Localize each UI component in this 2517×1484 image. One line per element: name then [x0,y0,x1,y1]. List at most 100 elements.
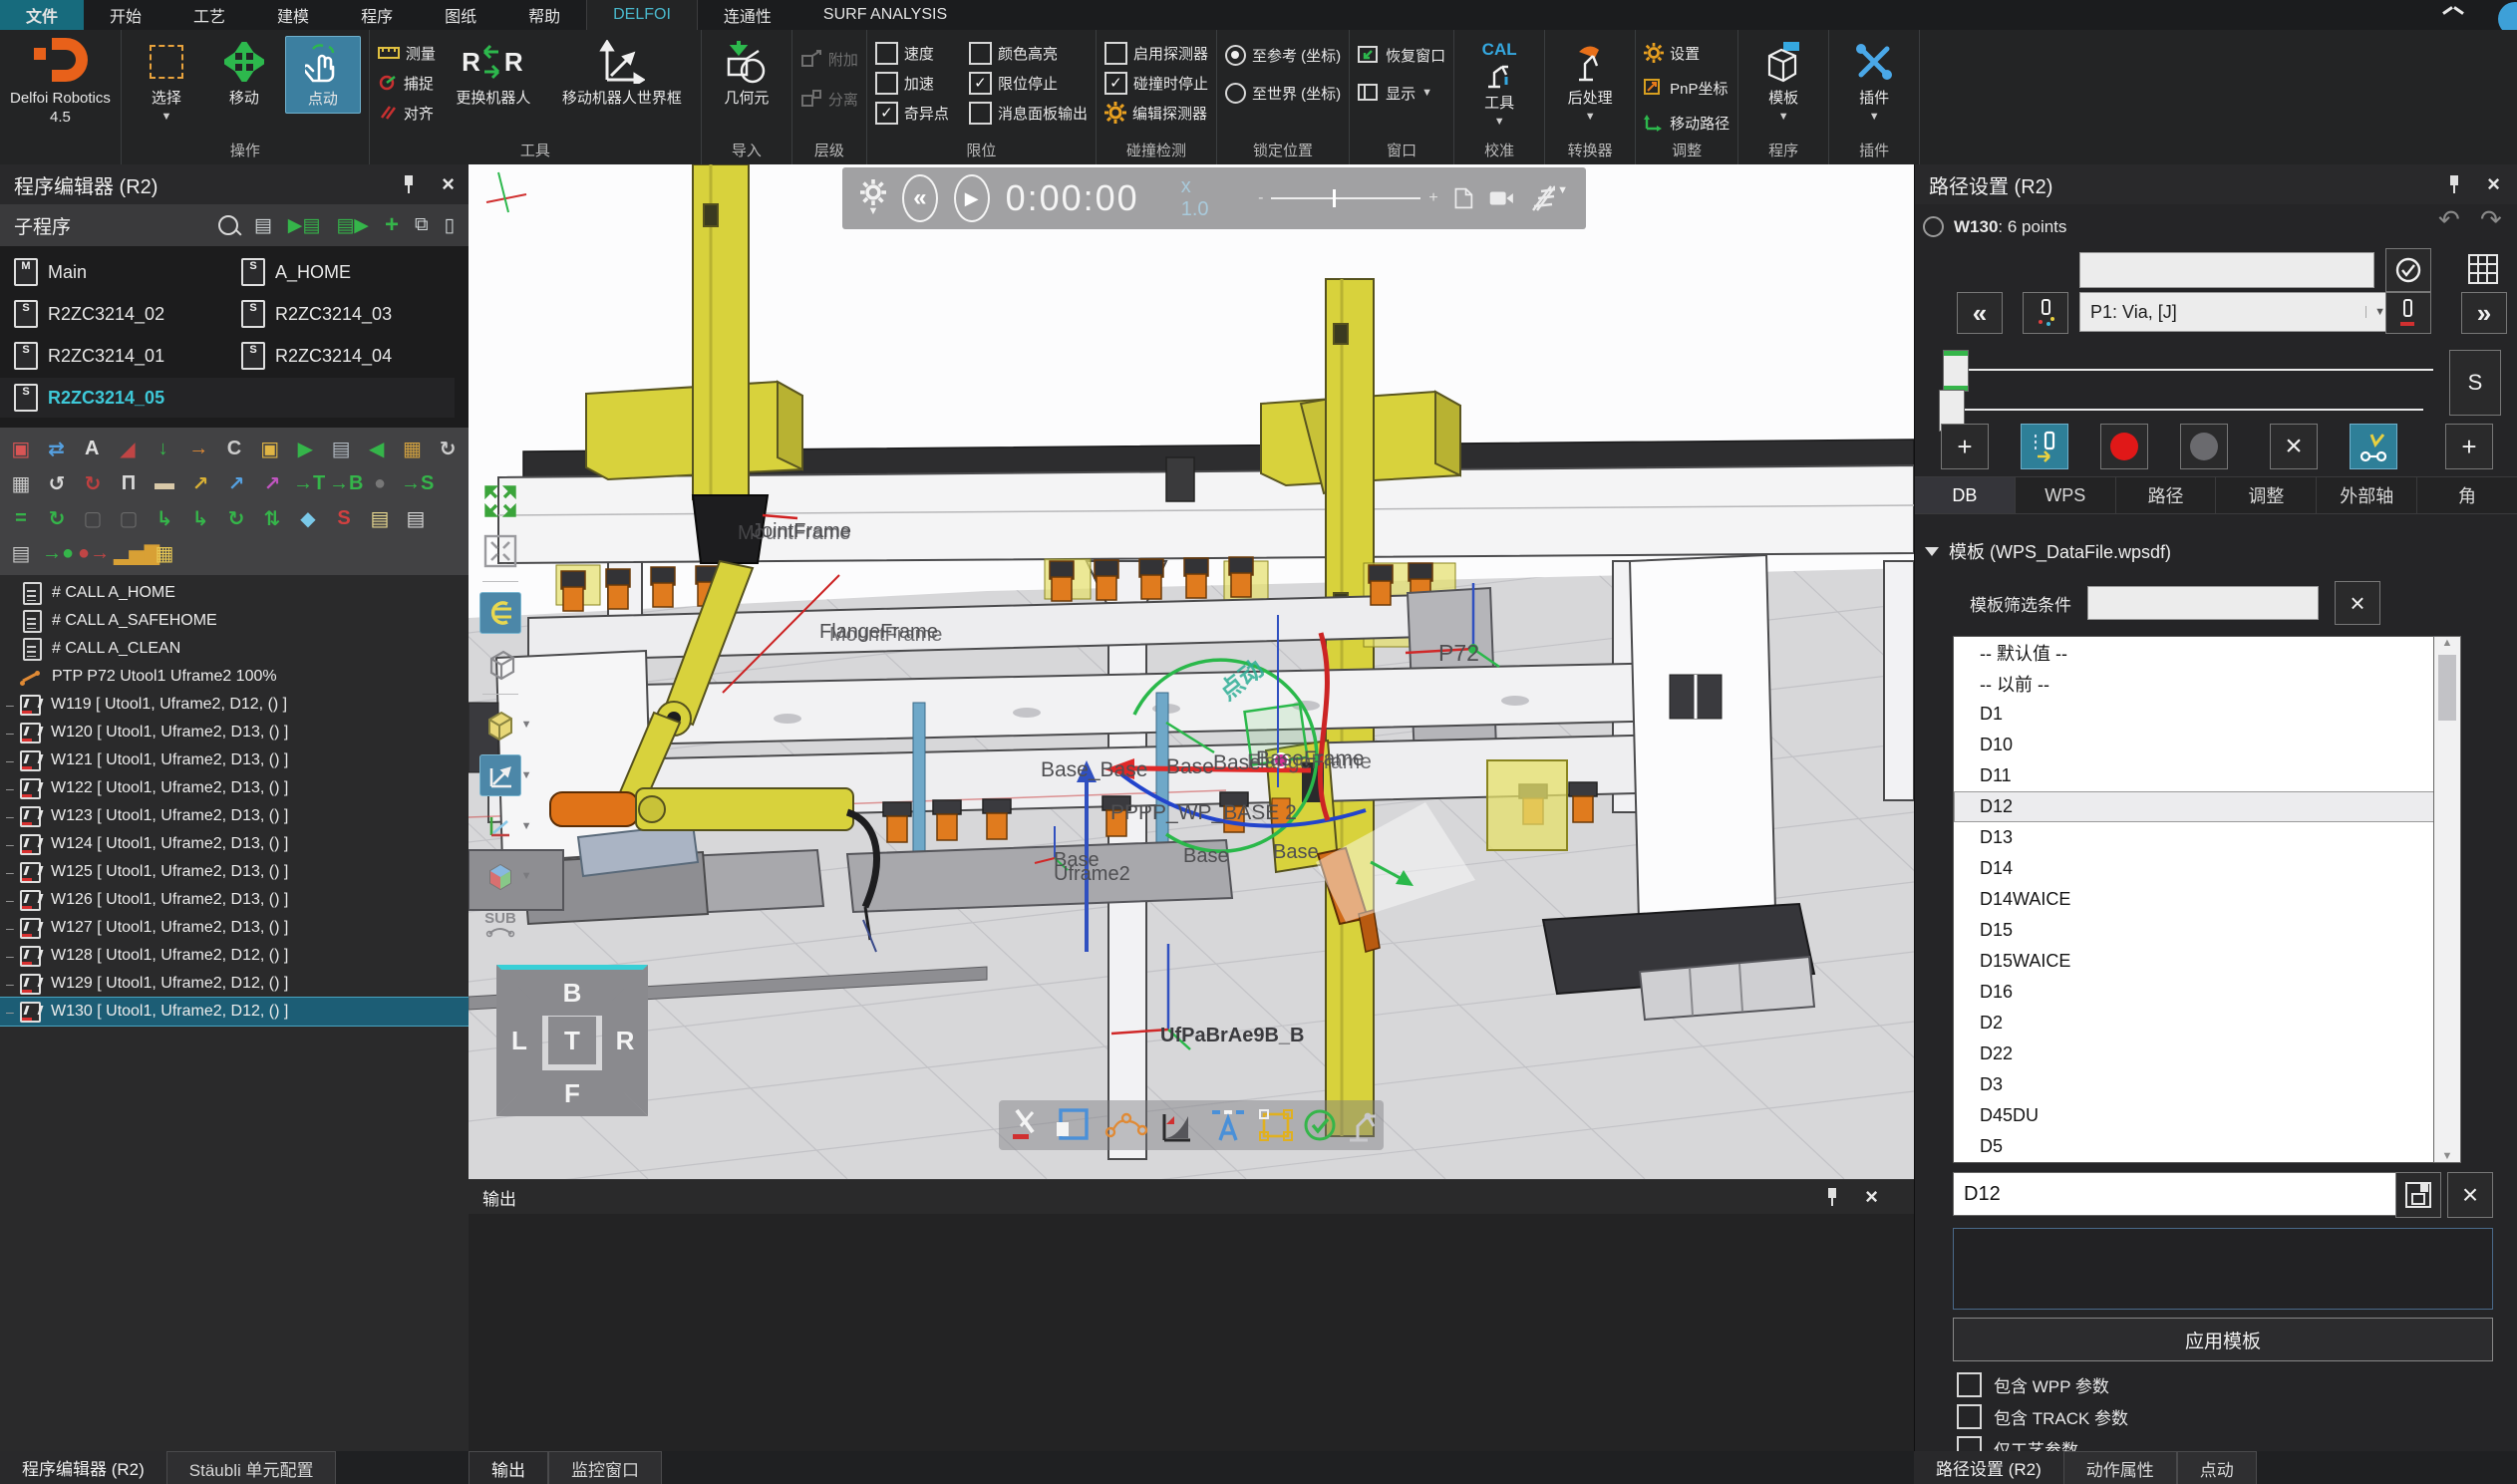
menu-tab[interactable]: 文件 [0,0,84,30]
template-list-item[interactable]: D14 [1954,853,2460,884]
view-cube[interactable]: B L T R F [490,959,654,1122]
toolbar-icon[interactable]: ↗ [185,471,215,496]
redo-icon[interactable]: ↷ [2480,204,2502,235]
speed-slider-handle[interactable] [1333,189,1336,207]
subprogram-item[interactable]: S R2ZC3214_04 [227,336,455,376]
viewport-3d[interactable]: MountFrameJointFrameMountFrameFlangeFram… [469,164,1914,1179]
program-line[interactable]: ‒ W125 [ Utool1, Uframe2, D13, () ] [0,858,469,886]
clipboard-icon[interactable]: ▤ [254,214,272,237]
bottom-tab[interactable]: 路径设置 (R2) [1914,1451,2063,1484]
section-tool-icon[interactable] [479,592,521,634]
menu-tab[interactable]: 程序 [335,0,419,30]
template-section-header[interactable]: 模板 (WPS_DataFile.wpsdf) [1925,538,2171,564]
toolbar-icon[interactable]: ↻ [78,471,108,496]
template-list-item[interactable]: D12 [1954,791,2460,822]
toolbar-icon[interactable]: ↓ [149,438,178,460]
toolbar-icon[interactable]: = [6,507,36,530]
subprogram-item[interactable]: M Main [0,252,227,292]
program-line[interactable]: # CALL A_CLEAN [0,635,469,663]
path-tab[interactable]: DB [1915,477,2016,513]
toolbar-icon[interactable]: ↳ [150,506,179,531]
toolbar-icon[interactable]: ◢ [113,437,143,461]
close-icon[interactable]: × [2487,173,2500,195]
speed-slider[interactable]: - + [1258,189,1438,207]
bottom-tab[interactable]: 程序编辑器 (R2) [0,1451,166,1484]
template-list-item[interactable]: D15 [1954,915,2460,946]
toolbar-icon[interactable]: ▤ [326,437,356,461]
player-settings-caret[interactable]: ▼ [868,205,879,217]
menu-tab[interactable]: 连通性 [698,0,797,30]
point-name-field[interactable] [2079,252,2374,288]
toolbar-icon[interactable]: ▤ [365,506,395,531]
option-checkbox[interactable]: 包含 TRACK 参数 [1957,1404,2128,1429]
goto-point-button[interactable] [2023,292,2068,334]
add-point-before-button[interactable]: + [1941,424,1989,469]
path-radio[interactable] [1923,216,1944,237]
template-list-item[interactable]: D5 [1954,1131,2460,1162]
toolbar-icon[interactable]: ↻ [433,437,463,461]
toolbar-icon[interactable]: ● [365,472,395,495]
toolbar-icon[interactable]: Π [114,472,144,495]
toolbar-icon[interactable]: ▣ [255,437,285,461]
menu-tab[interactable]: DELFOI [586,0,698,30]
program-line[interactable]: ‒ W120 [ Utool1, Uframe2, D13, () ] [0,719,469,746]
toolbar-icon[interactable]: ◀ [362,437,392,461]
template-list-item[interactable]: D11 [1954,760,2460,791]
rubik-views-icon[interactable]: ▼ [480,856,520,896]
speed-plus[interactable]: + [1428,189,1437,207]
detach-button[interactable]: 分离 [800,86,858,112]
template-list-item[interactable]: D22 [1954,1039,2460,1069]
close-icon[interactable]: × [1865,1186,1878,1208]
toolbar-icon[interactable]: ▂▅▇ [114,541,144,566]
path-tab[interactable]: 外部轴 [2317,477,2417,513]
scrollbar-thumb[interactable] [2438,655,2456,721]
template-list-item[interactable]: D16 [1954,977,2460,1008]
program-line[interactable]: ‒ W119 [ Utool1, Uframe2, D12, () ] [0,691,469,719]
verify-path-button[interactable] [2350,424,2397,469]
program-line[interactable]: ‒ W130 [ Utool1, Uframe2, D12, () ] [0,998,469,1026]
bottom-tab[interactable]: 点动 [2177,1451,2257,1484]
move-button[interactable]: 移动 [207,36,281,112]
toolbar-icon[interactable]: ⇄ [42,437,72,461]
path-points-icon[interactable] [1106,1114,1146,1136]
menu-tab[interactable]: SURF ANALYSIS [797,0,973,30]
limit-chart-icon[interactable] [1164,1114,1190,1140]
subprogram-item[interactable]: S R2ZC3214_05 [0,378,455,418]
template-list-item[interactable]: D1 [1954,699,2460,730]
template-list-item[interactable]: D10 [1954,730,2460,760]
path-tab[interactable]: WPS [2016,477,2116,513]
select-button[interactable]: 选择▼ [130,36,203,127]
view-cube-top[interactable]: T [548,1017,596,1064]
toolbar-icon[interactable]: ▶ [291,437,321,461]
point-select-dropdown[interactable]: P1: Via, [J]▼ [2079,292,2396,332]
color-highlight-checkbox[interactable]: 颜色高亮 [969,40,1088,66]
speed-minus[interactable]: - [1258,189,1263,207]
cube-view-icon[interactable] [480,644,520,684]
settings-button[interactable]: 设置 [1644,40,1730,66]
subprogram-item[interactable]: S R2ZC3214_01 [0,336,227,376]
export-program-icon[interactable]: ▤▶ [336,214,369,237]
toolbar-icon[interactable]: ↺ [42,471,72,496]
toolbar-icon[interactable]: A [77,438,107,460]
program-line[interactable]: ‒ W126 [ Utool1, Uframe2, D13, () ] [0,886,469,914]
subprogram-item[interactable]: S R2ZC3214_03 [227,294,455,334]
accel-checkbox[interactable]: 加速 [875,70,949,96]
swap-robot-button[interactable]: R R 更换机器人 [440,36,547,112]
point-slider-track[interactable] [1965,409,2423,411]
zoom-fit-icon[interactable] [480,481,520,521]
align-button[interactable]: 对齐 [378,100,436,126]
s-button[interactable]: S [2449,350,2501,416]
annotation-icon[interactable] [1212,1110,1244,1140]
attach-button[interactable]: 附加 [800,46,858,72]
close-icon[interactable]: × [442,173,455,195]
template-name-input[interactable]: D12 [1953,1172,2409,1216]
template-list-item[interactable]: D15WAICE [1954,946,2460,977]
program-line[interactable]: ‒ W122 [ Utool1, Uframe2, D13, () ] [0,774,469,802]
apply-template-button[interactable]: 应用模板 [1953,1318,2493,1361]
transform-frame-icon[interactable] [1260,1110,1292,1140]
save-template-button[interactable] [2395,1172,2441,1218]
film-icon[interactable] [1529,184,1555,212]
menu-tab[interactable]: 帮助 [502,0,586,30]
bottom-tab[interactable]: 输出 [469,1451,548,1484]
menu-tab[interactable]: 工艺 [167,0,251,30]
